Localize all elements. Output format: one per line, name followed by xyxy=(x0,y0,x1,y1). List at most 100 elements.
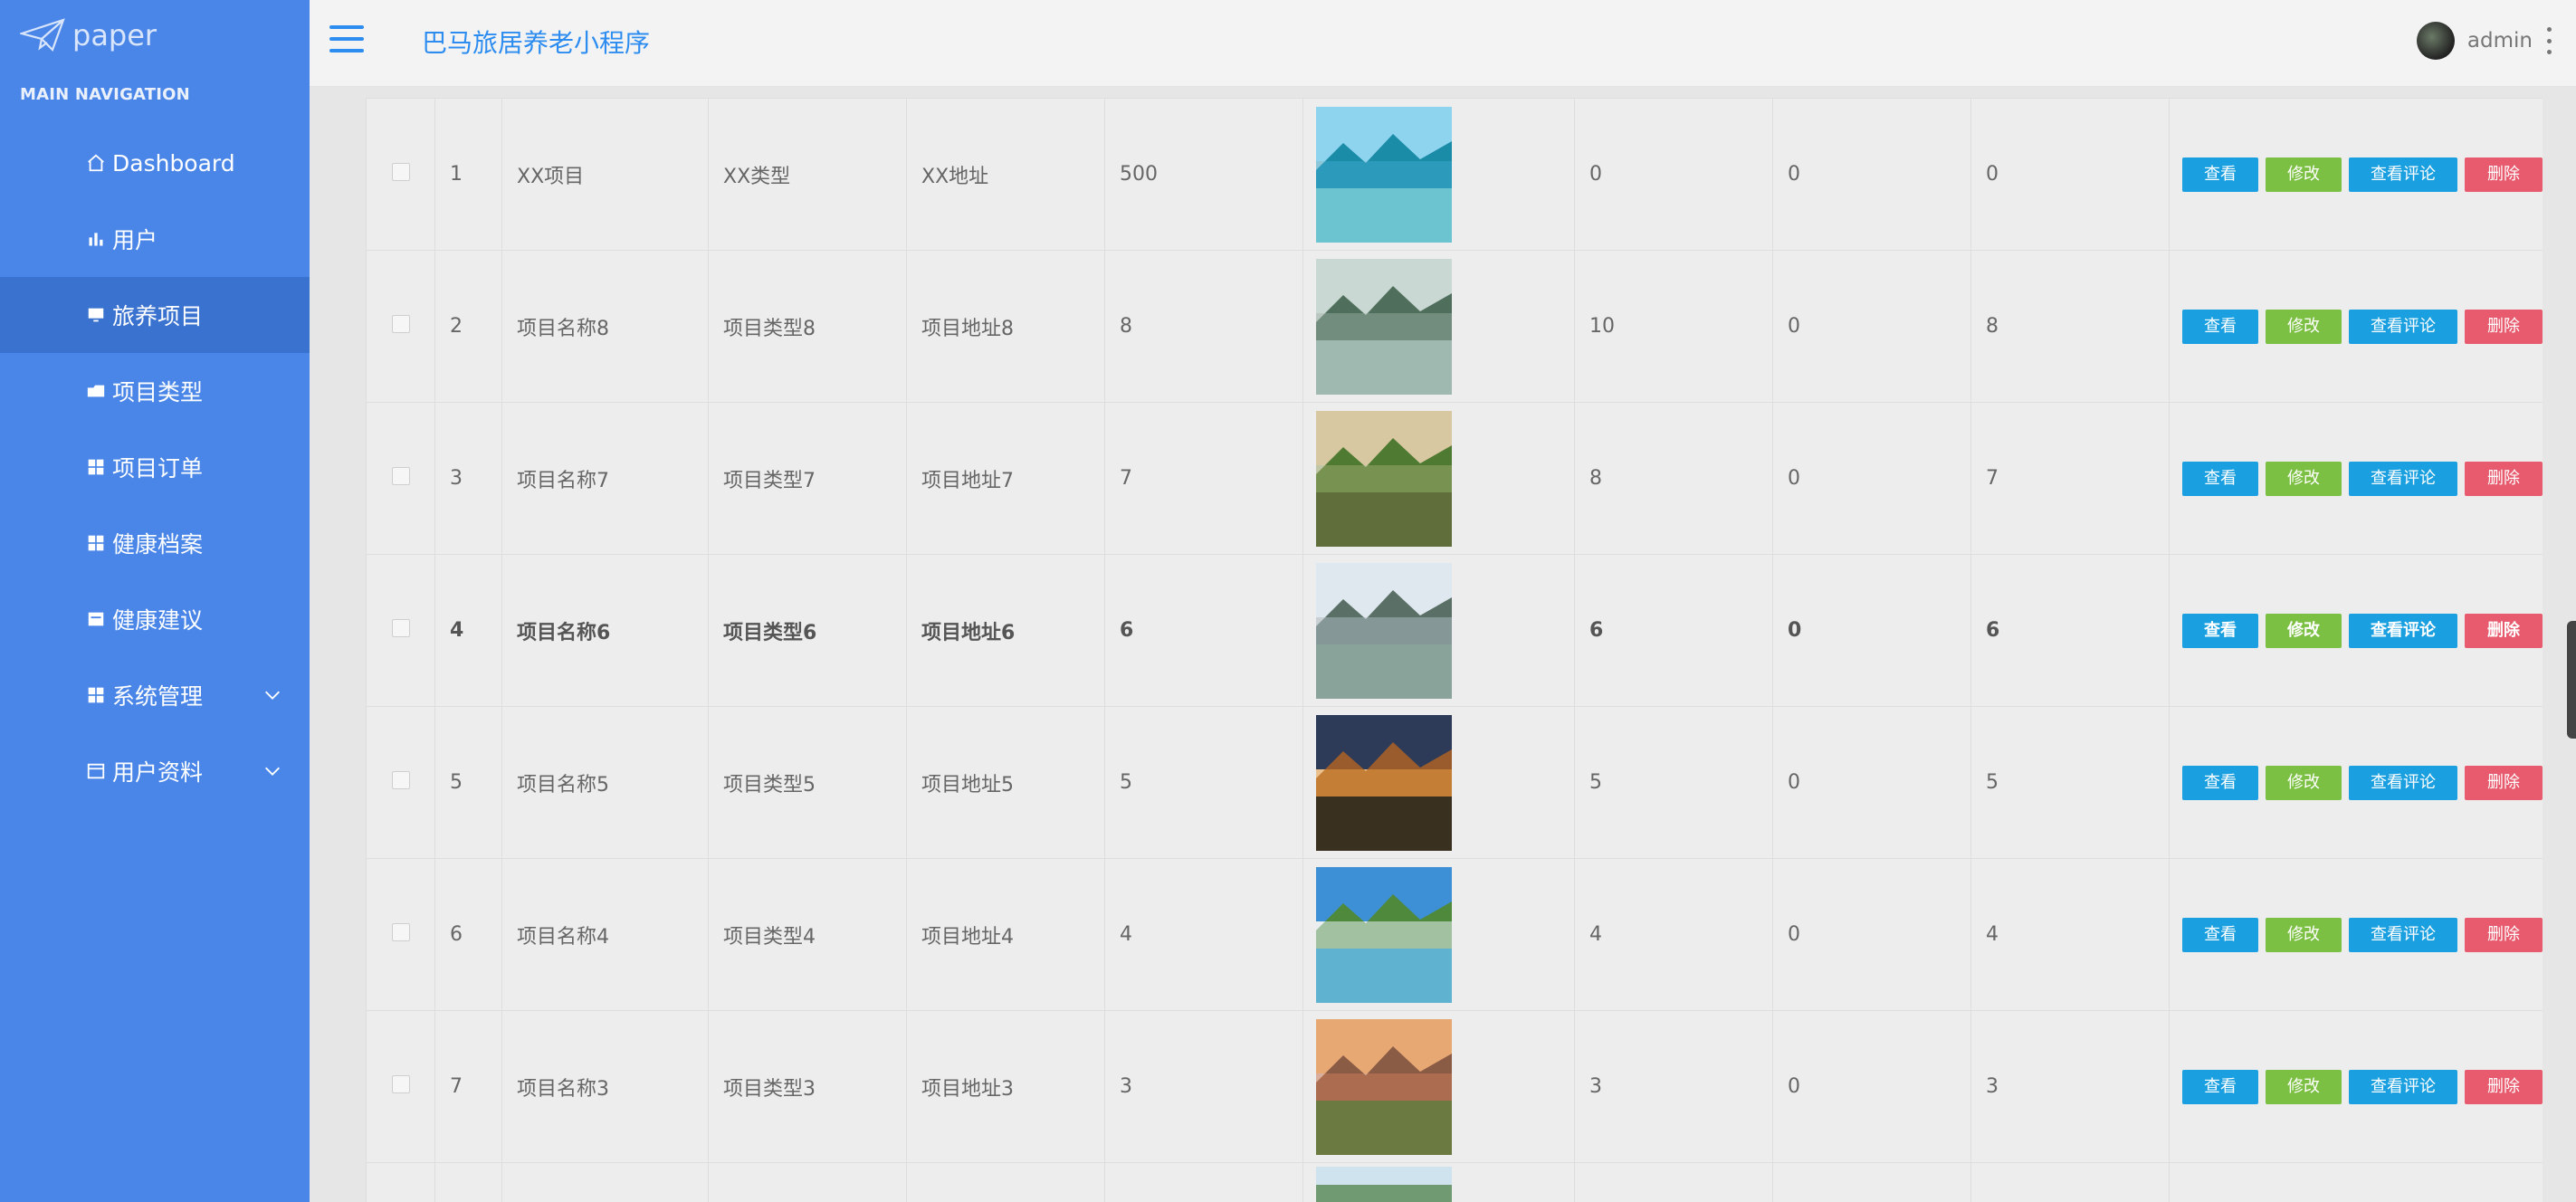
cell-number: 5 xyxy=(1104,706,1303,859)
view-reviews-button[interactable]: 查看评论 xyxy=(2349,765,2457,800)
cell-index: 5 xyxy=(434,706,502,859)
view-button[interactable]: 查看 xyxy=(2182,917,2258,952)
view-reviews-button[interactable]: 查看评论 xyxy=(2349,613,2457,648)
cell-address: 项目地址4 xyxy=(906,858,1105,1011)
cell-count-2: 0 xyxy=(1772,98,1971,251)
project-thumbnail[interactable] xyxy=(1316,106,1561,243)
cell-count-1: 0 xyxy=(1574,98,1773,251)
chevron-down-icon[interactable] xyxy=(262,684,282,704)
sidebar-item-label: 系统管理 xyxy=(112,683,204,710)
row-checkbox[interactable] xyxy=(391,162,410,181)
edit-button[interactable]: 修改 xyxy=(2266,917,2342,952)
sidebar-item-label: Dashboard xyxy=(112,149,235,176)
table-row[interactable]: 6 项目名称4 项目类型4 项目地址4 4 4 0 4 查看 修改 查看评论 删除 xyxy=(366,858,2543,1011)
sidebar-item-7[interactable]: 系统管理 xyxy=(0,657,310,733)
view-reviews-button[interactable]: 查看评论 xyxy=(2349,917,2457,952)
delete-button[interactable]: 删除 xyxy=(2465,309,2543,344)
sidebar-item-5[interactable]: 健康档案 xyxy=(0,505,310,581)
row-checkbox[interactable] xyxy=(391,922,410,941)
brand-logo[interactable]: paper xyxy=(20,13,157,58)
delete-button[interactable]: 删除 xyxy=(2465,1069,2543,1104)
table-row-partial[interactable] xyxy=(366,1162,2543,1202)
row-checkbox[interactable] xyxy=(391,466,410,485)
cell-count-1: 8 xyxy=(1574,402,1773,555)
table-row[interactable]: 3 项目名称7 项目类型7 项目地址7 7 8 0 7 查看 修改 查看评论 删除 xyxy=(366,402,2543,555)
view-reviews-button[interactable]: 查看评论 xyxy=(2349,461,2457,496)
row-checkbox-cell xyxy=(366,706,435,859)
project-thumbnail[interactable] xyxy=(1316,258,1561,395)
cell-count-2: 0 xyxy=(1772,858,1971,1011)
view-reviews-button[interactable]: 查看评论 xyxy=(2349,309,2457,344)
row-checkbox[interactable] xyxy=(391,1074,410,1093)
sidebar-item-1[interactable]: 用户 xyxy=(0,201,310,277)
view-button[interactable]: 查看 xyxy=(2182,157,2258,192)
sidebar-item-label: 旅养项目 xyxy=(112,303,204,329)
table-container[interactable]: 1 XX项目 XX类型 XX地址 500 0 0 0 查看 修改 查看评论 删除 2 项目名称8 项目类型8… xyxy=(366,98,2543,1202)
view-reviews-button[interactable]: 查看评论 xyxy=(2349,157,2457,192)
row-checkbox[interactable] xyxy=(391,618,410,637)
table-row[interactable]: 1 XX项目 XX类型 XX地址 500 0 0 0 查看 修改 查看评论 删除 xyxy=(366,98,2543,251)
view-button[interactable]: 查看 xyxy=(2182,765,2258,800)
avatar[interactable] xyxy=(2416,22,2455,60)
chevron-down-icon[interactable] xyxy=(262,760,282,780)
table-row[interactable]: 7 项目名称3 项目类型3 项目地址3 3 3 0 3 查看 修改 查看评论 删除 xyxy=(366,1010,2543,1163)
brand-name: paper xyxy=(72,18,157,52)
delete-button[interactable]: 删除 xyxy=(2465,157,2543,192)
edit-button[interactable]: 修改 xyxy=(2266,461,2342,496)
cell-number: 4 xyxy=(1104,858,1303,1011)
edit-button[interactable]: 修改 xyxy=(2266,765,2342,800)
table-row[interactable]: 5 项目名称5 项目类型5 项目地址5 5 5 0 5 查看 修改 查看评论 删除 xyxy=(366,706,2543,859)
cell-number: 7 xyxy=(1104,402,1303,555)
row-checkbox[interactable] xyxy=(391,314,410,333)
cell-name: 项目名称5 xyxy=(501,706,709,859)
table-row[interactable]: 2 项目名称8 项目类型8 项目地址8 8 10 0 8 查看 修改 查看评论 删除 xyxy=(366,250,2543,403)
view-reviews-button[interactable]: 查看评论 xyxy=(2349,1069,2457,1104)
user-menu[interactable]: admin xyxy=(2416,22,2552,60)
sidebar-item-2[interactable]: 旅养项目 xyxy=(0,277,357,353)
row-checkbox[interactable] xyxy=(391,770,410,789)
folder-icon xyxy=(83,378,109,404)
cell-type: 项目类型8 xyxy=(708,250,907,403)
row-checkbox-cell xyxy=(366,1010,435,1163)
cell-number: 500 xyxy=(1104,98,1303,251)
scrollbar-handle[interactable] xyxy=(2567,621,2576,739)
delete-button[interactable]: 删除 xyxy=(2465,765,2543,800)
cell-index: 7 xyxy=(434,1010,502,1163)
cell-image xyxy=(1302,1010,1575,1163)
grid-icon xyxy=(83,454,109,480)
more-options-icon[interactable] xyxy=(2545,27,2552,54)
cell-count-3: 8 xyxy=(1970,250,2170,403)
cell-address: 项目地址6 xyxy=(906,554,1105,707)
edit-button[interactable]: 修改 xyxy=(2266,309,2342,344)
project-thumbnail[interactable] xyxy=(1316,410,1561,547)
row-checkbox-cell xyxy=(366,250,435,403)
delete-button[interactable]: 删除 xyxy=(2465,613,2543,648)
delete-button[interactable]: 删除 xyxy=(2465,917,2543,952)
delete-button[interactable]: 删除 xyxy=(2465,461,2543,496)
cell-name: 项目名称3 xyxy=(501,1010,709,1163)
view-button[interactable]: 查看 xyxy=(2182,309,2258,344)
edit-button[interactable]: 修改 xyxy=(2266,1069,2342,1104)
sidebar-item-3[interactable]: 项目类型 xyxy=(0,353,310,429)
project-thumbnail[interactable] xyxy=(1316,1018,1561,1155)
edit-button[interactable]: 修改 xyxy=(2266,613,2342,648)
edit-button[interactable]: 修改 xyxy=(2266,157,2342,192)
table-row[interactable]: 4 项目名称6 项目类型6 项目地址6 6 6 0 6 查看 修改 查看评论 删除 xyxy=(366,554,2543,707)
sidebar-item-8[interactable]: 用户资料 xyxy=(0,733,310,809)
cell-type: 项目类型5 xyxy=(708,706,907,859)
sidebar-item-0[interactable]: Dashboard xyxy=(0,125,310,201)
project-thumbnail[interactable] xyxy=(1316,714,1561,851)
view-button[interactable]: 查看 xyxy=(2182,461,2258,496)
cell-count-2: 0 xyxy=(1772,402,1971,555)
menu-toggle-icon[interactable] xyxy=(329,25,364,54)
cell-name: 项目名称6 xyxy=(501,554,709,707)
cell-count-1: 10 xyxy=(1574,250,1773,403)
user-name[interactable]: admin xyxy=(2467,29,2533,52)
sidebar-item-4[interactable]: 项目订单 xyxy=(0,429,310,505)
project-thumbnail[interactable] xyxy=(1316,866,1561,1003)
view-button[interactable]: 查看 xyxy=(2182,1069,2258,1104)
sidebar-item-6[interactable]: 健康建议 xyxy=(0,581,310,657)
project-thumbnail[interactable] xyxy=(1316,562,1561,699)
nav-header: MAIN NAVIGATION xyxy=(20,85,190,104)
view-button[interactable]: 查看 xyxy=(2182,613,2258,648)
